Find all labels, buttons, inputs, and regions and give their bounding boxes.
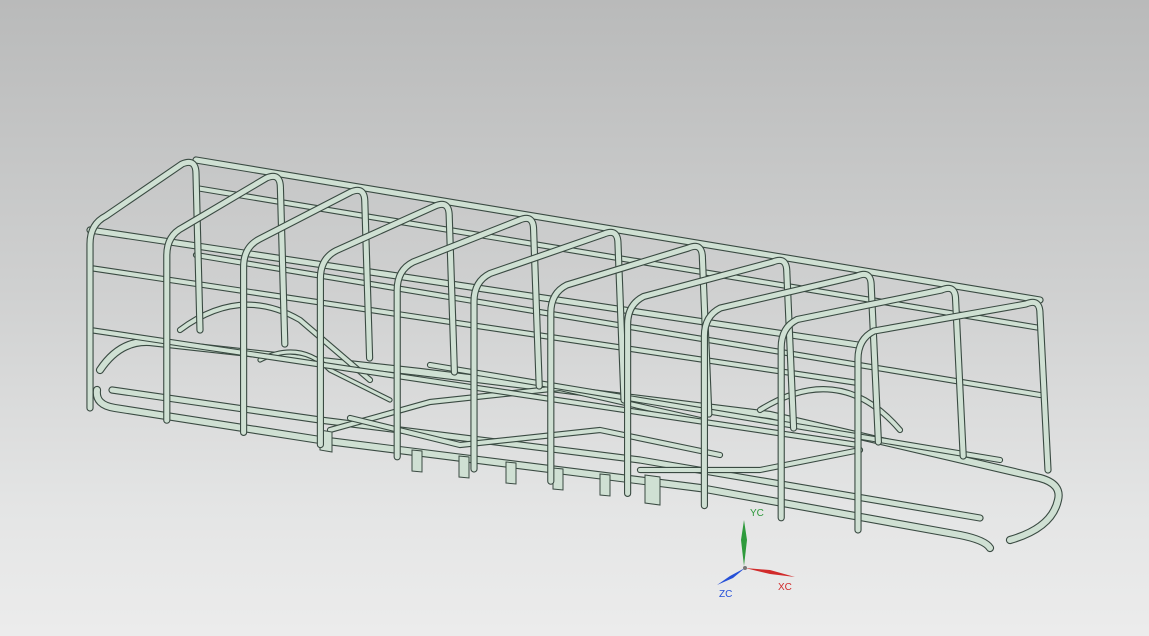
x-axis-arrow xyxy=(745,568,795,577)
triad-origin xyxy=(743,566,747,570)
x-axis-label: XC xyxy=(778,582,792,593)
y-axis-arrow xyxy=(741,520,747,566)
y-axis-label: YC xyxy=(750,508,764,519)
z-axis-label: ZC xyxy=(719,589,732,600)
wcs-triad: YC XC ZC xyxy=(717,508,795,600)
z-axis-arrow xyxy=(717,568,745,585)
graphics-viewport[interactable]: YC XC ZC xyxy=(0,0,1149,636)
